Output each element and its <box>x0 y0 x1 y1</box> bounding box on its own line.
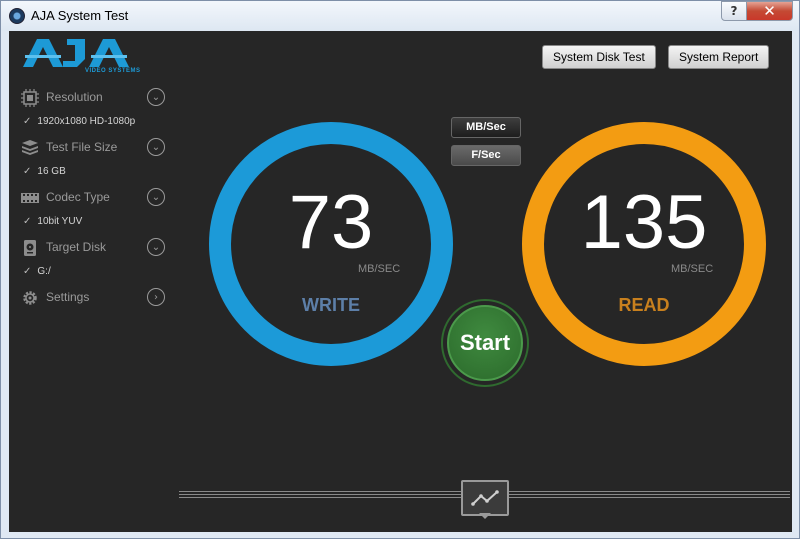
check-icon: ✓ <box>23 266 32 277</box>
sidebar-item-label: Codec Type <box>46 190 110 204</box>
target-disk-value: ✓ G:/ <box>23 266 51 277</box>
chevron-right-icon[interactable]: › <box>147 288 165 306</box>
write-speed-unit: MB/SEC <box>358 263 401 275</box>
write-label: WRITE <box>302 295 360 315</box>
graph-toggle-button[interactable] <box>461 480 509 516</box>
title-bar[interactable]: AJA System Test ? ✕ <box>1 1 799 31</box>
sidebar-item-label: Test File Size <box>46 140 118 154</box>
sidebar-item-test-file-size[interactable]: Test File Size ⌄ <box>19 137 169 159</box>
graph-toggle-pointer <box>479 513 491 519</box>
sidebar-item-settings[interactable]: Settings › <box>19 287 169 309</box>
window-title: AJA System Test <box>31 8 129 23</box>
file-stack-icon <box>22 140 38 155</box>
f-sec-toggle[interactable]: F/Sec <box>451 145 521 166</box>
codec-type-value: ✓ 10bit YUV <box>23 216 83 227</box>
chevron-down-icon[interactable]: ⌄ <box>147 88 165 106</box>
sidebar-item-codec-type[interactable]: Codec Type ⌄ <box>19 187 169 209</box>
sidebar-item-resolution[interactable]: Resolution ⌄ <box>19 87 169 109</box>
write-speed-value: 73 <box>288 180 374 265</box>
mb-sec-toggle[interactable]: MB/Sec <box>451 117 521 138</box>
close-button[interactable]: ✕ <box>747 1 793 21</box>
sidebar-item-label: Settings <box>46 290 90 304</box>
main-panel: VIDEO SYSTEMS Resolution ⌄ ✓ 1920x1080 HD… <box>9 31 792 532</box>
system-report-button[interactable]: System Report <box>668 45 770 69</box>
resolution-icon <box>21 89 39 107</box>
help-button[interactable]: ? <box>721 1 747 21</box>
aja-logo: VIDEO SYSTEMS <box>23 37 153 77</box>
start-button[interactable]: Start <box>441 299 529 387</box>
check-icon: ✓ <box>23 216 32 227</box>
chevron-down-icon[interactable]: ⌄ <box>147 238 165 256</box>
read-label: READ <box>618 295 670 315</box>
aja-logo-mark <box>23 39 129 67</box>
film-strip-icon <box>21 193 39 203</box>
chevron-down-icon[interactable]: ⌄ <box>147 188 165 206</box>
system-disk-test-button[interactable]: System Disk Test <box>542 45 656 69</box>
chevron-down-icon[interactable]: ⌄ <box>147 138 165 156</box>
logo-subtitle: VIDEO SYSTEMS <box>85 68 141 74</box>
gear-icon <box>23 291 37 305</box>
test-file-size-value: ✓ 16 GB <box>23 166 66 177</box>
start-button-label: Start <box>447 305 523 381</box>
check-icon: ✓ <box>23 166 32 177</box>
window-controls: ? ✕ <box>721 1 793 22</box>
sidebar-item-label: Resolution <box>46 90 103 104</box>
app-window: AJA System Test ? ✕ VIDEO SYSTEMS Resolu… <box>0 0 800 539</box>
read-gauge: 135 MB/SEC READ <box>521 121 767 367</box>
disk-icon <box>24 240 36 256</box>
read-speed-value: 135 <box>580 180 708 265</box>
sidebar-item-label: Target Disk <box>46 240 107 254</box>
check-icon: ✓ <box>23 116 32 127</box>
resolution-value: ✓ 1920x1080 HD-1080p <box>23 116 136 127</box>
read-speed-unit: MB/SEC <box>671 263 714 275</box>
aja-app-icon <box>9 8 25 24</box>
write-gauge: 73 MB/SEC WRITE <box>208 121 454 367</box>
line-chart-icon <box>471 490 499 506</box>
sidebar-item-target-disk[interactable]: Target Disk ⌄ <box>19 237 169 259</box>
